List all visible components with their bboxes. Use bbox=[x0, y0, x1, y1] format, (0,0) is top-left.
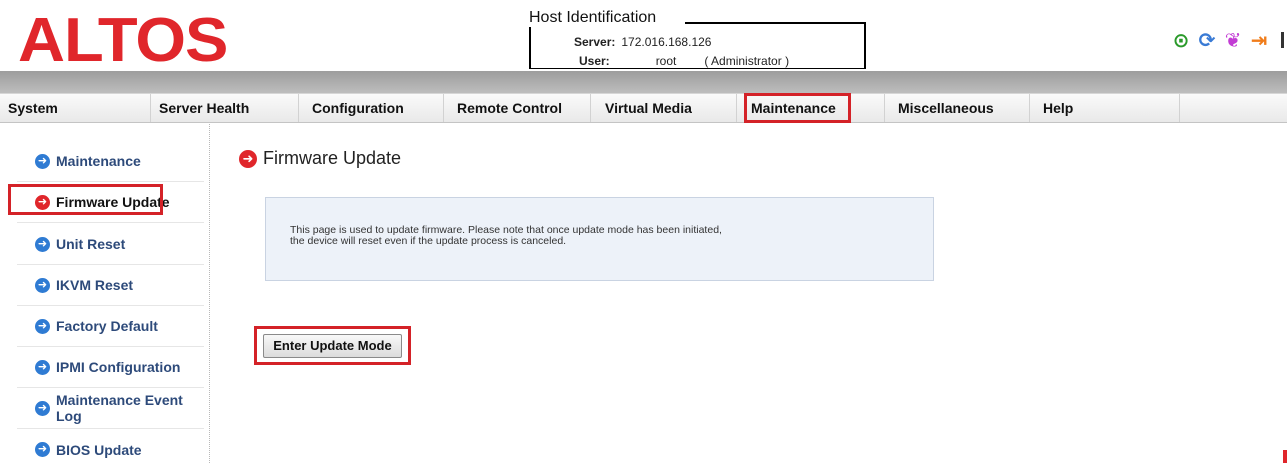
sidebar-item-maintenance[interactable]: ➜ Maintenance bbox=[17, 141, 204, 182]
active-nav-highlight bbox=[744, 93, 851, 123]
user-value: root bbox=[655, 54, 677, 68]
nav-item-help[interactable]: Help bbox=[1030, 94, 1180, 122]
arrow-right-icon: ➜ bbox=[35, 318, 50, 334]
arrow-right-icon: ➜ bbox=[35, 359, 50, 375]
sidebar-item-label: Factory Default bbox=[56, 318, 158, 334]
nav-item-miscellaneous[interactable]: Miscellaneous bbox=[885, 94, 1030, 122]
logout-icon[interactable]: ⇥ bbox=[1248, 30, 1270, 52]
active-sidebar-highlight bbox=[8, 184, 163, 215]
sidebar-item-label: IKVM Reset bbox=[56, 277, 134, 293]
arrow-right-icon: ➜ bbox=[35, 400, 50, 416]
arrow-right-icon: ➜ bbox=[239, 149, 257, 168]
host-identification-title: Host Identification bbox=[529, 9, 659, 27]
sidebar-item-label: Maintenance bbox=[56, 153, 141, 169]
page-title-text: Firmware Update bbox=[263, 148, 402, 168]
corner-mark bbox=[1283, 450, 1287, 463]
info-box: This page is used to update firmware. Pl… bbox=[265, 197, 934, 281]
user-role: ( Administrator ) bbox=[704, 54, 790, 68]
icons-edge bbox=[1281, 32, 1284, 48]
sidebar-item-factory-default[interactable]: ➜ Factory Default bbox=[17, 306, 204, 347]
altos-logo: ALTOS bbox=[18, 6, 228, 75]
server-value: 172.016.168.126 bbox=[621, 35, 712, 49]
check-circle-icon[interactable]: ⊙ bbox=[1170, 30, 1192, 52]
sidebar-item-label: Unit Reset bbox=[56, 236, 126, 252]
sidebar-item-bios-update[interactable]: ➜ BIOS Update bbox=[17, 429, 204, 463]
host-box-border bbox=[685, 22, 866, 24]
info-text-line-2: the device will reset even if the update… bbox=[290, 235, 567, 247]
sidebar-item-maintenance-event-log[interactable]: ➜ Maintenance Event Log bbox=[17, 388, 204, 429]
arrow-right-icon: ➜ bbox=[35, 153, 50, 169]
sidebar-item-label: Maintenance Event Log bbox=[56, 392, 183, 424]
sidebar-item-unit-reset[interactable]: ➜ Unit Reset bbox=[17, 224, 204, 265]
leaf-icon[interactable]: ❦ bbox=[1222, 30, 1244, 52]
host-identification-box: Host Identification Server: 172.016.168.1… bbox=[529, 9, 866, 70]
refresh-icon[interactable]: ⟳ bbox=[1196, 30, 1218, 52]
nav-item-server-health[interactable]: Server Health bbox=[151, 94, 299, 122]
user-label: User: bbox=[579, 54, 610, 68]
page-title: ➜ Firmware Update bbox=[239, 148, 401, 169]
nav-item-system[interactable]: System bbox=[0, 94, 151, 122]
server-row: Server: 172.016.168.126 bbox=[574, 35, 711, 49]
server-label: Server: bbox=[574, 35, 616, 49]
enter-update-mode-button[interactable]: Enter Update Mode bbox=[263, 334, 402, 358]
main-nav: System Server Health Configuration Remot… bbox=[0, 93, 1287, 123]
user-row: User: root ( Administrator ) bbox=[579, 54, 789, 68]
nav-item-virtual-media[interactable]: Virtual Media bbox=[591, 94, 737, 122]
arrow-right-icon: ➜ bbox=[35, 277, 50, 293]
arrow-right-icon: ➜ bbox=[35, 442, 50, 457]
sidebar-item-firmware-update[interactable]: ➜ Firmware Update bbox=[8, 182, 204, 223]
nav-item-remote-control[interactable]: Remote Control bbox=[444, 94, 591, 122]
sidebar-item-ikvm-reset[interactable]: ➜ IKVM Reset bbox=[17, 265, 204, 306]
sidebar-item-label: IPMI Configuration bbox=[56, 359, 181, 375]
nav-item-configuration[interactable]: Configuration bbox=[299, 94, 444, 122]
sidebar-item-label: BIOS Update bbox=[56, 441, 142, 458]
sidebar-item-ipmi-configuration[interactable]: ➜ IPMI Configuration bbox=[17, 347, 204, 388]
nav-item-maintenance[interactable]: Maintenance bbox=[744, 93, 885, 123]
arrow-right-icon: ➜ bbox=[35, 236, 50, 252]
header-band bbox=[0, 71, 1287, 93]
toolbar-icons: ⊙ ⟳ ❦ ⇥ bbox=[1170, 30, 1270, 52]
